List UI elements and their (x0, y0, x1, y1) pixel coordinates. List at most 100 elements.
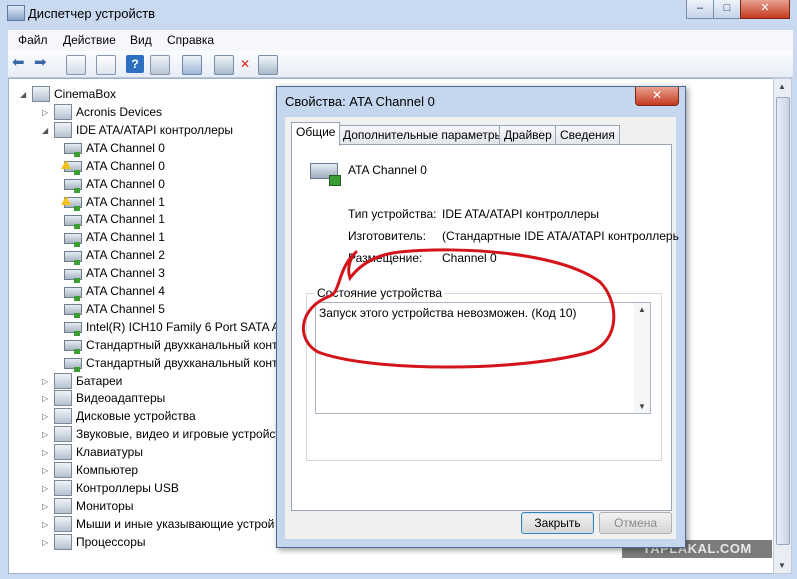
tree-item[interactable]: Стандартный двухканальный конт (64, 336, 278, 355)
expand-icon[interactable]: ▷ (42, 520, 50, 529)
menu-bar: Файл Действие Вид Справка (8, 29, 793, 52)
device-category-icon (54, 497, 72, 514)
tree-item-label: ATA Channel 2 (86, 248, 165, 263)
menu-help[interactable]: Справка (167, 33, 214, 47)
menu-file[interactable]: Файл (18, 33, 48, 47)
tree-item[interactable]: ▷ Процессоры (42, 533, 146, 551)
device-status-textbox[interactable]: Запуск этого устройства невозможен. (Код… (315, 302, 651, 414)
expand-icon[interactable]: ▷ (42, 538, 50, 547)
warning-device-icon (61, 160, 82, 176)
expand-icon[interactable]: ▷ (42, 394, 50, 403)
location-label: Размещение: (348, 251, 423, 265)
device-category-icon (54, 372, 72, 389)
ide-channel-icon (64, 268, 82, 283)
expand-icon[interactable]: ▷ (42, 108, 50, 117)
close-dialog-button[interactable]: Закрыть (521, 512, 594, 534)
tree-item[interactable]: Стандартный двухканальный конт (64, 354, 278, 373)
expand-icon[interactable]: ▷ (42, 466, 50, 475)
properties-icon[interactable] (96, 55, 116, 75)
menu-action[interactable]: Действие (63, 33, 116, 47)
tree-item[interactable]: ▷ Acronis Devices (42, 103, 162, 121)
tree-item[interactable]: Intel(R) ICH10 Family 6 Port SATA A (64, 318, 280, 337)
tree-item-label: ATA Channel 0 (86, 140, 165, 155)
maximize-button[interactable]: □ (713, 0, 741, 19)
tree-item[interactable]: ▷ Дисковые устройства (42, 407, 196, 425)
scrollbar-thumb[interactable] (776, 97, 790, 545)
tree-item[interactable]: ATA Channel 2 (64, 246, 165, 265)
tree-item-label: Процессоры (76, 534, 146, 549)
tree-item-label: Контроллеры USB (76, 480, 179, 495)
tree-item-label: Мониторы (76, 498, 134, 513)
computer-icon (32, 86, 50, 102)
tree-scrollbar[interactable]: ▲ ▼ (773, 78, 792, 574)
device-status-text: Запуск этого устройства невозможен. (Код… (319, 306, 577, 320)
tree-item-label: ATA Channel 5 (86, 301, 165, 316)
tree-item-label: Звуковые, видео и игровые устройст (76, 427, 281, 442)
tree-root-label: CinemaBox (54, 87, 117, 101)
status-scroll-up-icon[interactable]: ▲ (638, 305, 646, 314)
device-category-icon (54, 426, 72, 443)
cancel-button[interactable]: Отмена (599, 512, 672, 534)
forward-arrow-icon[interactable]: ➡ (34, 55, 52, 73)
scroll-down-icon[interactable]: ▼ (778, 561, 786, 570)
tree-item-label: Батареи (76, 373, 123, 388)
tree-item[interactable]: ATA Channel 3 (64, 264, 165, 283)
minimize-button[interactable]: – (686, 0, 714, 19)
menu-view[interactable]: Вид (130, 33, 152, 47)
tree-item[interactable]: ATA Channel 0 (61, 157, 165, 176)
tree-item-label: Видеоадаптеры (76, 391, 166, 406)
expand-icon[interactable]: ▷ (42, 502, 50, 511)
tree-item[interactable]: ▷ Мыши и иные указывающие устрой (42, 515, 274, 533)
expand-icon[interactable]: ▷ (42, 430, 50, 439)
dialog-close-button[interactable]: ✕ (635, 87, 679, 106)
device-category-icon (54, 390, 72, 407)
tree-view-icon[interactable] (66, 55, 86, 75)
help-icon[interactable]: ? (126, 55, 144, 73)
tab-advanced[interactable]: Дополнительные параметры (338, 125, 509, 145)
tree-item[interactable]: ATA Channel 5 (64, 300, 165, 319)
window-title: Диспетчер устройств (28, 6, 156, 21)
uninstall-icon[interactable]: ✕ (236, 55, 254, 73)
tree-item[interactable]: ▷ Контроллеры USB (42, 479, 179, 497)
tree-item-label: ATA Channel 3 (86, 266, 165, 281)
tab-driver[interactable]: Драйвер (499, 125, 557, 145)
tree-root[interactable]: ◢ CinemaBox (20, 85, 116, 103)
close-button[interactable]: ✕ (740, 0, 790, 19)
tree-item[interactable]: ATA Channel 0 (64, 139, 165, 158)
tree-item[interactable]: ▷ Мониторы (42, 497, 133, 515)
scroll-up-icon[interactable]: ▲ (778, 82, 786, 91)
tree-item[interactable]: ▷ Компьютер (42, 461, 138, 479)
ide-channel-icon (64, 214, 82, 229)
tree-item[interactable]: ATA Channel 0 (64, 175, 165, 194)
back-arrow-icon[interactable]: ⬅ (12, 55, 30, 73)
update-driver-icon[interactable] (214, 55, 234, 75)
device-category-icon (54, 408, 72, 425)
status-scroll-down-icon[interactable]: ▼ (638, 402, 646, 411)
tree-item[interactable]: ATA Channel 1 (64, 210, 165, 229)
tree-item[interactable]: ATA Channel 1 (64, 228, 165, 247)
tree-item[interactable]: ATA Channel 4 (64, 282, 165, 301)
status-scrollbar[interactable]: ▲ ▼ (634, 303, 650, 413)
tree-item[interactable]: ▷ Видеоадаптеры (42, 389, 165, 407)
tree-item[interactable]: ATA Channel 1 (61, 193, 165, 211)
collapse-icon[interactable]: ◢ (42, 126, 50, 135)
view-resources-icon[interactable] (150, 55, 170, 75)
expand-icon[interactable]: ▷ (42, 448, 50, 457)
tree-item[interactable]: ▷ Батареи (42, 372, 122, 390)
tree-item-label: ATA Channel 1 (86, 212, 165, 227)
expand-icon[interactable]: ▷ (42, 484, 50, 493)
tab-general[interactable]: Общие (291, 122, 341, 146)
device-category-icon (54, 121, 72, 138)
expand-icon[interactable]: ▷ (42, 412, 50, 421)
expand-icon[interactable]: ▷ (42, 377, 50, 386)
properties-dialog: Свойства: ATA Channel 0 ✕ Общие Дополнит… (276, 86, 686, 548)
tab-details[interactable]: Сведения (555, 125, 620, 145)
tree-item[interactable]: ◢ IDE ATA/ATAPI контроллеры (42, 121, 233, 139)
manufacturer-value: (Стандартные IDE ATA/ATAPI контроллерь (442, 229, 679, 243)
tree-item[interactable]: ▷ Звуковые, видео и игровые устройст (42, 425, 281, 443)
tree-item[interactable]: ▷ Клавиатуры (42, 443, 143, 461)
tree-item-label: ATA Channel 0 (86, 158, 165, 173)
collapse-icon[interactable]: ◢ (20, 90, 28, 99)
scan-hardware-icon[interactable] (182, 55, 202, 75)
disable-device-icon[interactable] (258, 55, 278, 75)
